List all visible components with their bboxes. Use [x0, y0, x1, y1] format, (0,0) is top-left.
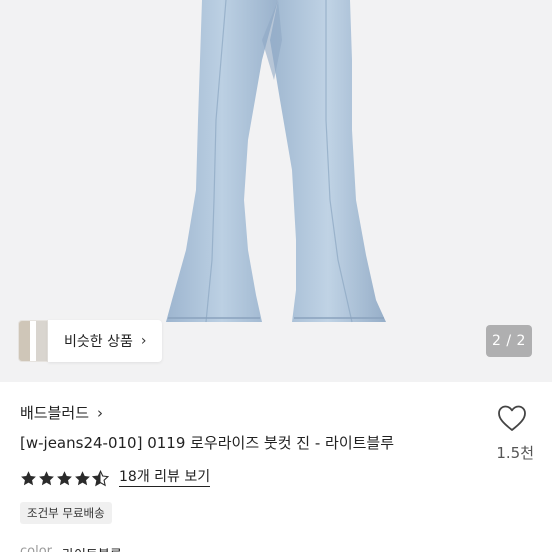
similar-products-chip[interactable]: 비슷한 상품 ›: [18, 320, 163, 362]
product-detail-page: 비슷한 상품 › 2 / 2 배드블러드 › [w-jeans24-010] 0…: [0, 0, 552, 552]
heart-outline-icon: [498, 405, 526, 431]
similar-product-thumbnail: [18, 320, 48, 362]
star-icon: [21, 470, 36, 485]
image-page-counter: 2 / 2: [486, 325, 532, 357]
star-icon: [57, 470, 72, 485]
rating-row: 18개 리뷰 보기: [20, 469, 211, 487]
color-value: 라이트블루: [62, 544, 122, 552]
similar-products-label: 비슷한 상품: [64, 334, 133, 350]
chevron-right-icon: ›: [140, 333, 147, 349]
like-button[interactable]: 1.5천: [496, 404, 534, 462]
color-option-row: color 라이트블루: [20, 544, 122, 552]
brand-name: 배드블러드: [20, 404, 90, 422]
chevron-right-icon: ›: [97, 403, 104, 422]
star-icon: [39, 470, 54, 485]
brand-link[interactable]: 배드블러드 ›: [20, 402, 103, 423]
like-count: 1.5천: [496, 444, 534, 462]
rating-stars: [20, 469, 109, 487]
similar-products-button[interactable]: 비슷한 상품 ›: [48, 320, 163, 362]
shipping-badge: 조건부 무료배송: [20, 502, 112, 524]
half-star-icon: [92, 469, 109, 486]
product-image-gallery[interactable]: 비슷한 상품 › 2 / 2: [0, 0, 552, 382]
star-icon: [75, 470, 90, 485]
color-label: color: [20, 544, 53, 552]
reviews-link[interactable]: 18개 리뷰 보기: [119, 469, 211, 487]
product-title: [w-jeans24-010] 0119 로우라이즈 붓컷 진 - 라이트블루: [20, 434, 395, 452]
